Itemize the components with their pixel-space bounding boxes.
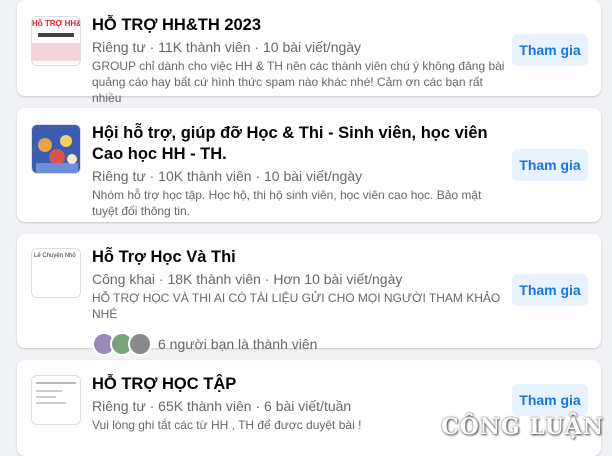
- friends-count-text[interactable]: 6 người bạn là thành viên: [158, 336, 317, 352]
- group-title[interactable]: HỖ TRỢ HỌC TẬP: [92, 374, 506, 395]
- group-meta: Riêng tư · 11K thành viên · 10 bài viết/…: [92, 39, 362, 55]
- group-title[interactable]: Hỗ Trợ Học Và Thi: [92, 247, 506, 268]
- group-card: Hỗ TRỢ HH&TH 2 HỖ TRỢ HH&TH 2023 Riêng t…: [17, 0, 601, 105]
- thumb-caption: Hỗ TRỢ HH&TH 2: [32, 17, 80, 31]
- group-card: Hội hỗ trợ, giúp đỡ Học & Thi - Sinh viê…: [17, 108, 601, 222]
- friends-row: 6 người bạn là thành viên: [92, 332, 506, 356]
- friend-avatar[interactable]: [128, 332, 152, 356]
- group-description: GROUP chỉ dành cho việc HH & TH nên các …: [92, 59, 505, 105]
- join-button[interactable]: Tham gia: [512, 149, 588, 181]
- group-thumbnail[interactable]: [31, 375, 81, 425]
- group-thumbnail[interactable]: Hỗ TRỢ HH&TH 2: [31, 16, 81, 66]
- students-illustration-icon: [32, 125, 80, 173]
- group-title[interactable]: HỖ TRỢ HH&TH 2023: [92, 15, 506, 36]
- group-meta: Công khai · 18K thành viên · Hơn 10 bài …: [92, 271, 403, 287]
- group-description: Nhóm hỗ trợ học tập. Học hộ, thi hộ sinh…: [92, 188, 482, 218]
- join-button[interactable]: Tham gia: [512, 274, 588, 306]
- group-meta: Riêng tư · 10K thành viên · 10 bài viết/…: [92, 168, 363, 184]
- group-thumbnail[interactable]: Lê Chuyện Nhỏ: [31, 248, 81, 298]
- join-button[interactable]: Tham gia: [512, 34, 588, 66]
- join-button[interactable]: Tham gia: [512, 384, 588, 416]
- group-description: HỖ TRỢ HỌC VÀ THI AI CÓ TÀI LIỆU GỬI CHO…: [92, 291, 501, 321]
- thumb-caption: Lê Chuyện Nhỏ: [34, 253, 76, 259]
- watermark-logo: CÔNG LUẬN: [441, 414, 604, 440]
- group-card: HỖ TRỢ HỌC TẬP Riêng tư · 65K thành viên…: [17, 360, 601, 456]
- group-title[interactable]: Hội hỗ trợ, giúp đỡ Học & Thi - Sinh viê…: [92, 123, 506, 165]
- group-thumbnail[interactable]: [31, 124, 81, 174]
- group-card: Lê Chuyện Nhỏ Hỗ Trợ Học Và Thi Công kha…: [17, 234, 601, 356]
